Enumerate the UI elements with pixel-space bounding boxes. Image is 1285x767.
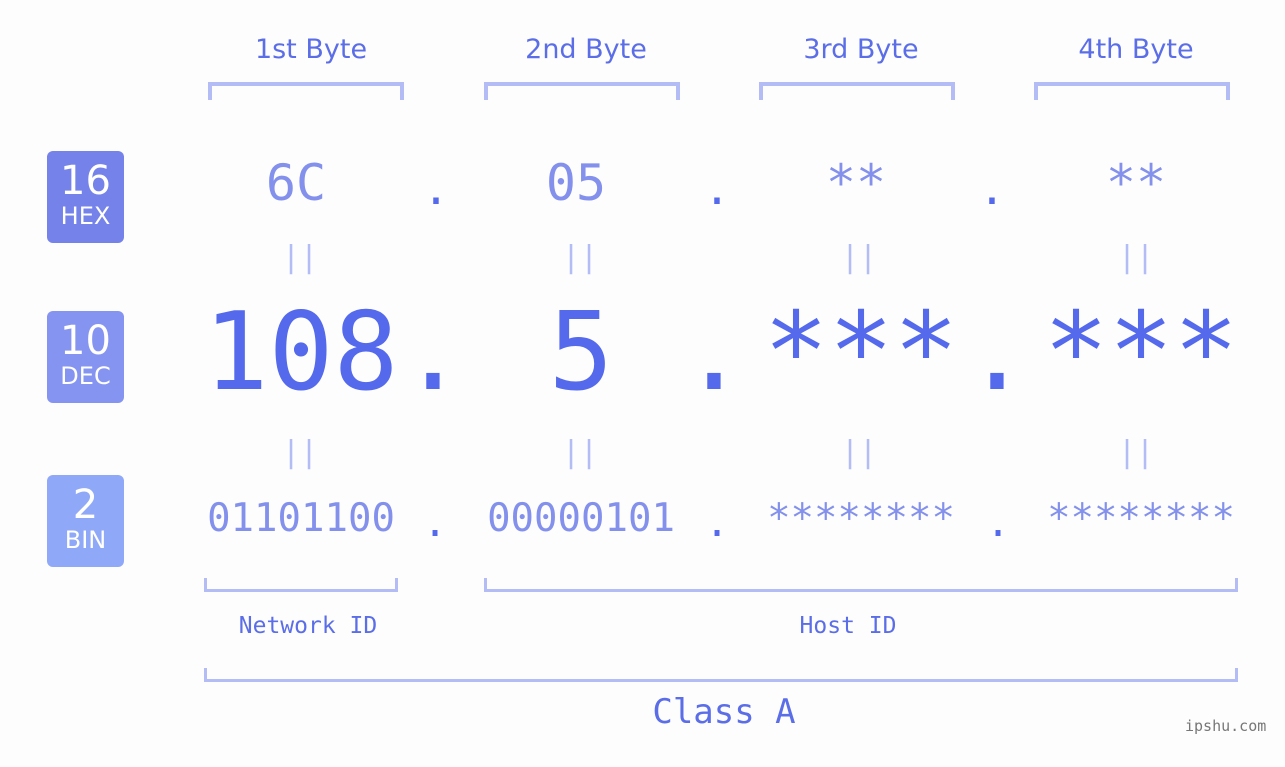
bin-badge-number: 2 [72,482,99,528]
hex-badge-number: 16 [60,158,111,204]
bin-badge: 2 BIN [47,475,124,567]
hex-separator-3: . [978,164,1006,215]
hex-badge: 16 HEX [47,151,124,243]
equals-hex-dec-3: || [840,240,878,275]
network-id-bracket [204,578,398,592]
network-id-label: Network ID [238,613,378,639]
dec-badge-number: 10 [60,318,111,364]
bin-separator-2: . [704,500,730,546]
hex-byte-4: ** [1105,154,1167,212]
byte-label-2: 2nd Byte [525,34,647,65]
class-bracket [204,668,1238,682]
bin-byte-3: ******** [767,496,955,541]
bin-byte-4: ******** [1047,496,1235,541]
dec-badge-label: DEC [60,362,111,390]
dec-byte-4: *** [1043,290,1239,415]
hex-byte-1: 6C [265,154,327,212]
dec-separator-3: . [964,290,1030,415]
hex-byte-3: ** [825,154,887,212]
dec-badge: 10 DEC [47,311,124,403]
equals-dec-bin-1: || [281,435,319,470]
bin-badge-label: BIN [64,526,107,554]
dec-byte-1: 108 [203,290,399,415]
byte-label-3: 3rd Byte [803,34,919,65]
host-id-bracket [484,578,1238,592]
hex-separator-1: . [422,164,450,215]
class-label: Class A [652,692,796,732]
hex-separator-2: . [703,164,731,215]
bin-separator-1: . [422,500,448,546]
dec-byte-3: *** [763,290,959,415]
bin-separator-3: . [985,500,1011,546]
watermark: ipshu.com [1185,717,1267,735]
byte-label-4: 4th Byte [1078,34,1194,65]
bin-byte-1: 01101100 [207,496,395,541]
host-id-label: Host ID [799,613,897,639]
byte-bracket-1 [208,82,404,100]
equals-hex-dec-1: || [281,240,319,275]
byte-label-1: 1st Byte [254,34,368,65]
equals-dec-bin-3: || [840,435,878,470]
equals-hex-dec-2: || [561,240,599,275]
hex-byte-2: 05 [545,154,607,212]
byte-bracket-3 [759,82,955,100]
dec-separator-2: . [681,290,747,415]
equals-dec-bin-2: || [561,435,599,470]
byte-bracket-2 [484,82,680,100]
equals-dec-bin-4: || [1117,435,1155,470]
dec-separator-1: . [400,290,466,415]
equals-hex-dec-4: || [1117,240,1155,275]
dec-byte-2: 5 [548,290,614,415]
byte-bracket-4 [1034,82,1230,100]
hex-badge-label: HEX [60,202,111,230]
bin-byte-2: 00000101 [487,496,675,541]
